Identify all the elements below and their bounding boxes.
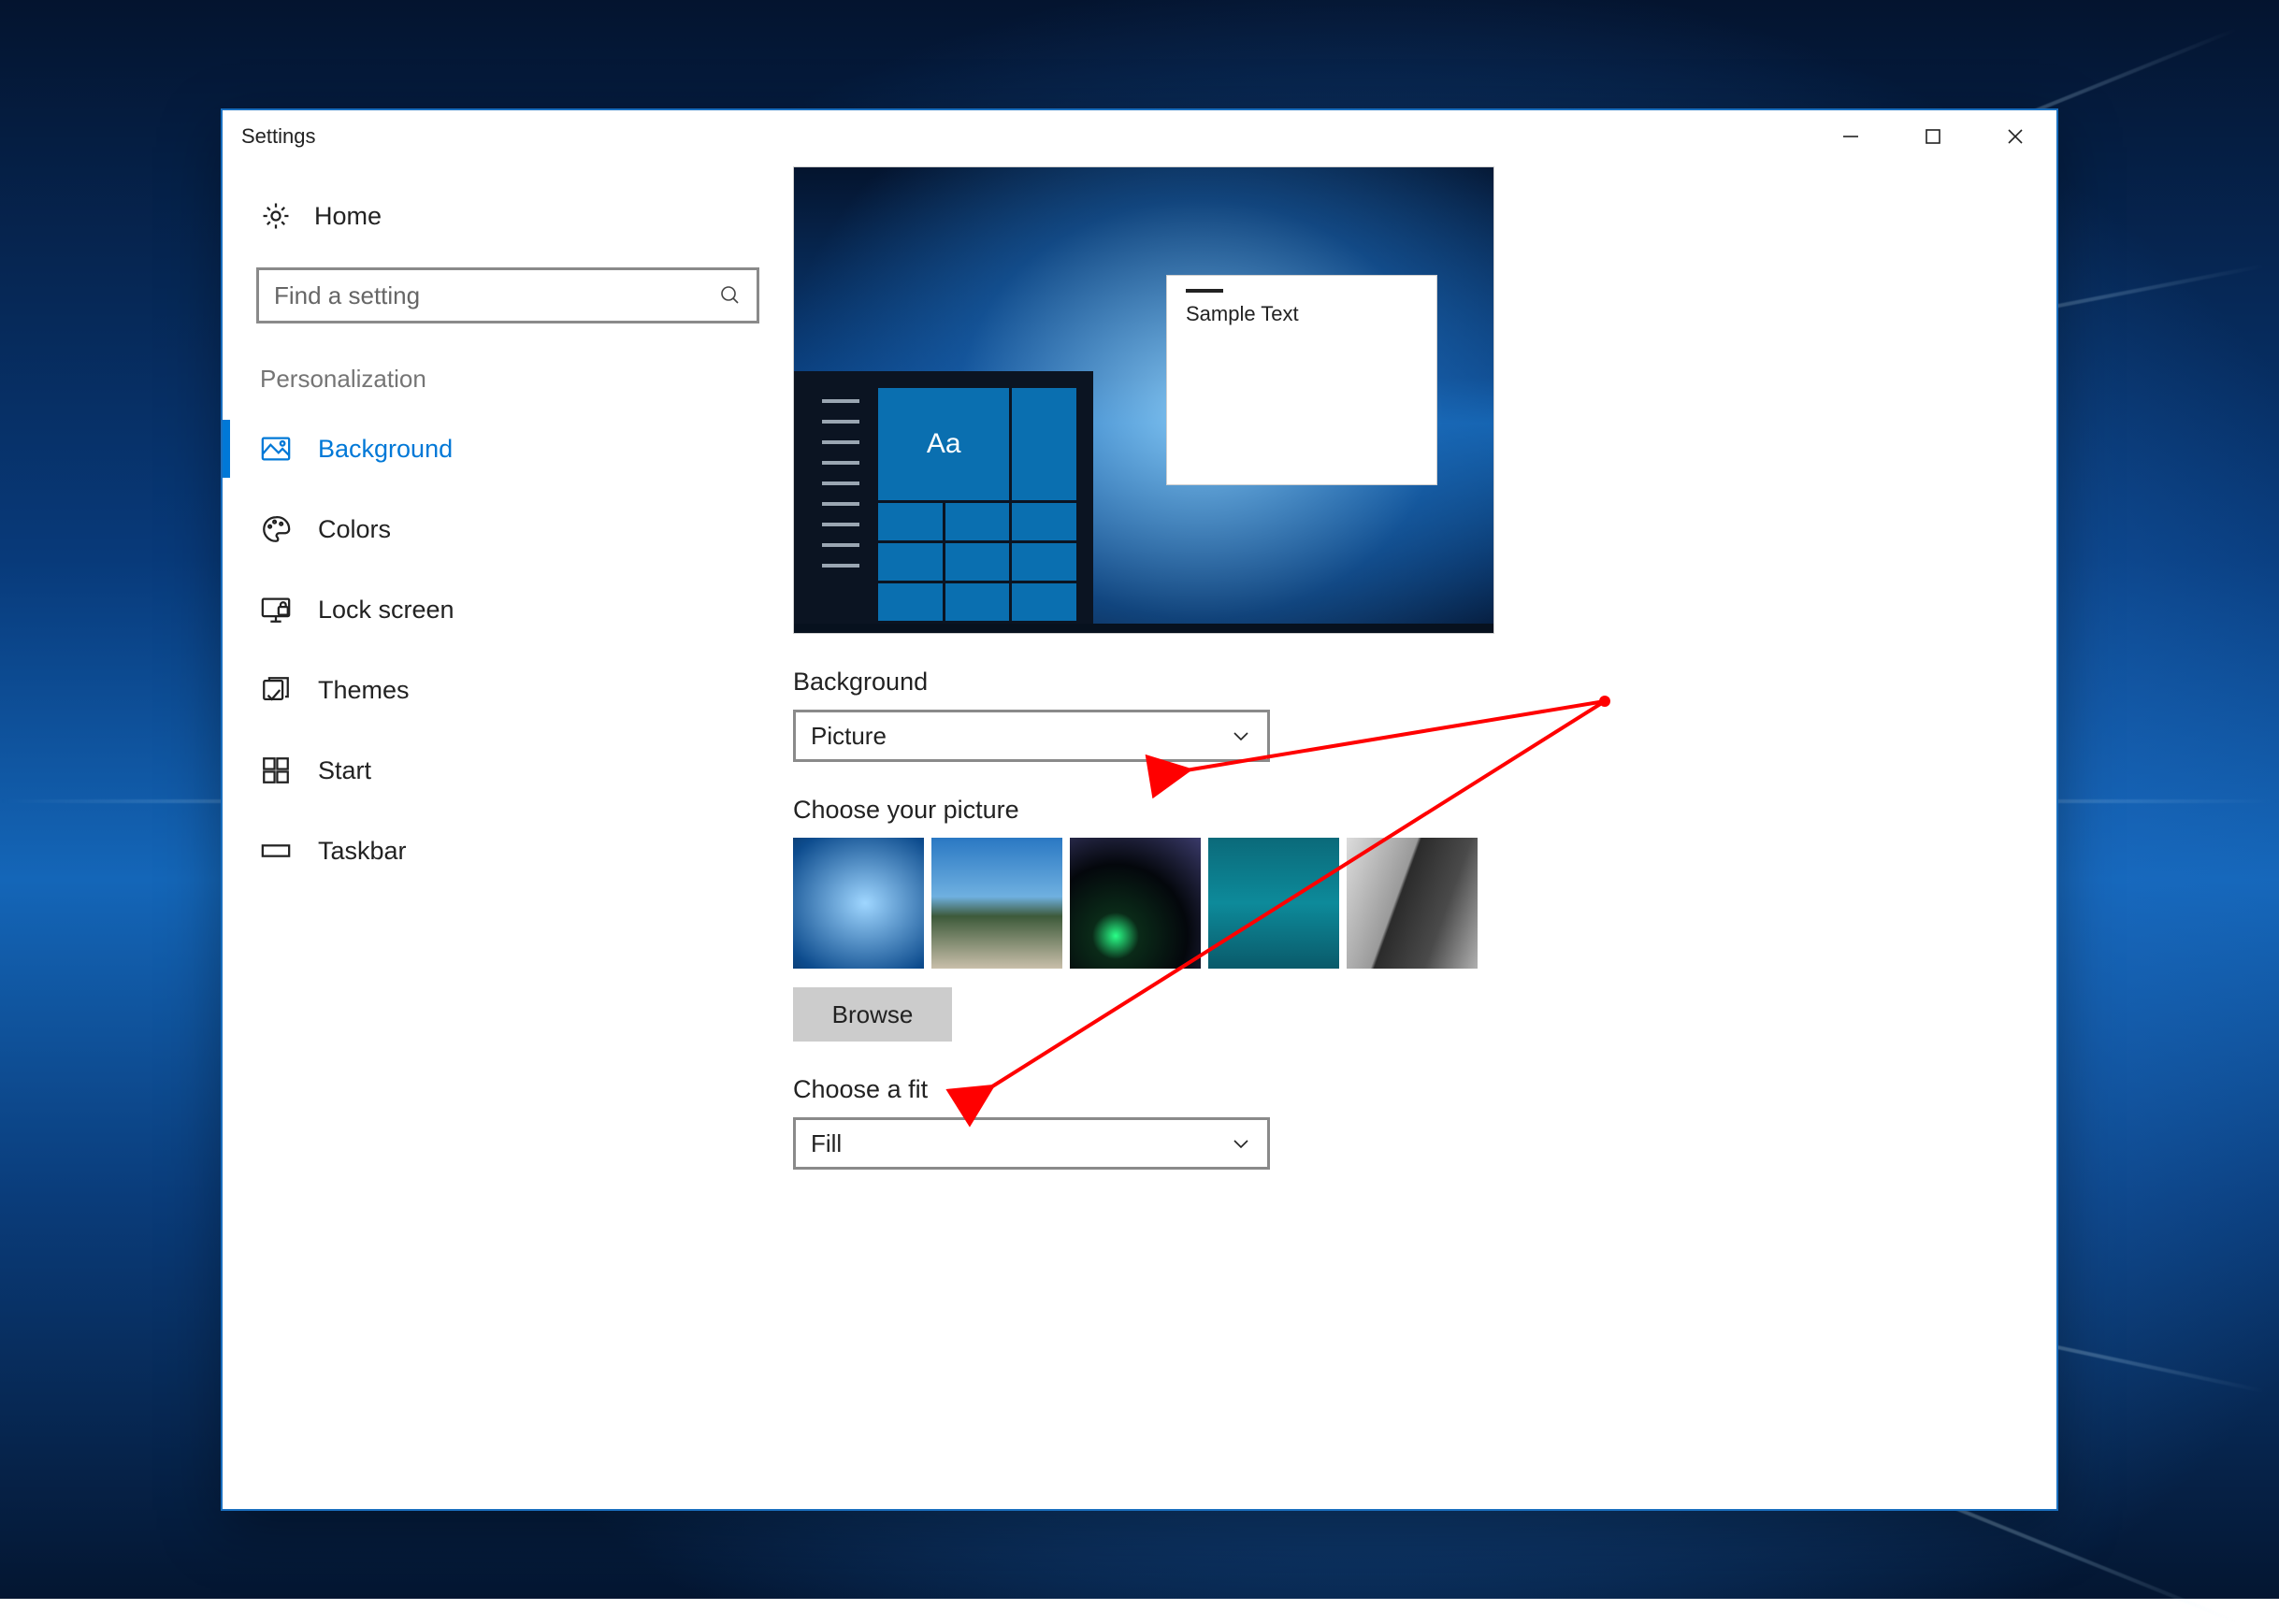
nav-list: Background Colors Lock screen: [223, 409, 793, 891]
chevron-down-icon: [1230, 1132, 1252, 1155]
nav-item-label: Start: [318, 756, 371, 785]
nav-item-label: Themes: [318, 676, 410, 705]
titlebar[interactable]: Settings: [223, 110, 2056, 163]
search-placeholder: Find a setting: [274, 281, 719, 310]
fit-dropdown[interactable]: Fill: [793, 1117, 1270, 1170]
picture-icon: [260, 433, 292, 465]
nav-item-label: Background: [318, 435, 453, 464]
preview-tile-aa: Aa: [878, 388, 1009, 500]
nav-item-label: Taskbar: [318, 837, 407, 866]
nav-item-label: Colors: [318, 515, 391, 544]
preview-start-menu: Aa: [794, 371, 1093, 633]
search-icon: [719, 284, 742, 307]
window-title: Settings: [241, 124, 316, 149]
background-dropdown-value: Picture: [811, 722, 887, 751]
nav-item-themes[interactable]: Themes: [223, 650, 793, 730]
start-grid-icon: [260, 755, 292, 786]
nav-item-colors[interactable]: Colors: [223, 489, 793, 569]
choose-fit-label: Choose a fit: [793, 1075, 2056, 1104]
content-pane: Aa Sample Text Background Picture: [793, 163, 2056, 1509]
section-label: Personalization: [260, 365, 793, 394]
home-label: Home: [314, 202, 382, 231]
nav-item-start[interactable]: Start: [223, 730, 793, 811]
sidebar: Home Find a setting Personalization Back…: [223, 163, 793, 1509]
taskbar-icon: [260, 835, 292, 867]
wallpaper-thumbnail-1[interactable]: [793, 838, 924, 969]
nav-item-lock-screen[interactable]: Lock screen: [223, 569, 793, 650]
home-button[interactable]: Home: [223, 189, 793, 243]
nav-item-taskbar[interactable]: Taskbar: [223, 811, 793, 891]
wallpaper-thumbnail-4[interactable]: [1208, 838, 1339, 969]
minimize-button[interactable]: [1810, 110, 1892, 163]
background-label: Background: [793, 668, 2056, 697]
browse-button[interactable]: Browse: [793, 987, 952, 1042]
gear-icon: [260, 200, 292, 232]
themes-icon: [260, 674, 292, 706]
wallpaper-thumbnail-3[interactable]: [1070, 838, 1201, 969]
nav-item-label: Lock screen: [318, 596, 454, 625]
preview-sample-text: Sample Text: [1186, 302, 1436, 326]
preview-sample-window: Sample Text: [1166, 275, 1437, 485]
palette-icon: [260, 513, 292, 545]
close-button[interactable]: [1974, 110, 2056, 163]
chevron-down-icon: [1230, 725, 1252, 747]
nav-item-background[interactable]: Background: [223, 409, 793, 489]
choose-picture-label: Choose your picture: [793, 796, 2056, 825]
desktop-preview: Aa Sample Text: [793, 166, 1494, 634]
search-input[interactable]: Find a setting: [256, 267, 759, 323]
monitor-lock-icon: [260, 594, 292, 625]
wallpaper-thumbnail-2[interactable]: [931, 838, 1062, 969]
background-dropdown[interactable]: Picture: [793, 710, 1270, 762]
settings-window: Settings Home: [221, 108, 2058, 1511]
wallpaper-thumbnail-5[interactable]: [1347, 838, 1478, 969]
maximize-button[interactable]: [1892, 110, 1974, 163]
picture-thumbnails: [793, 838, 2056, 969]
window-controls: [1810, 110, 2056, 163]
browse-button-label: Browse: [832, 1000, 914, 1029]
fit-dropdown-value: Fill: [811, 1129, 842, 1158]
